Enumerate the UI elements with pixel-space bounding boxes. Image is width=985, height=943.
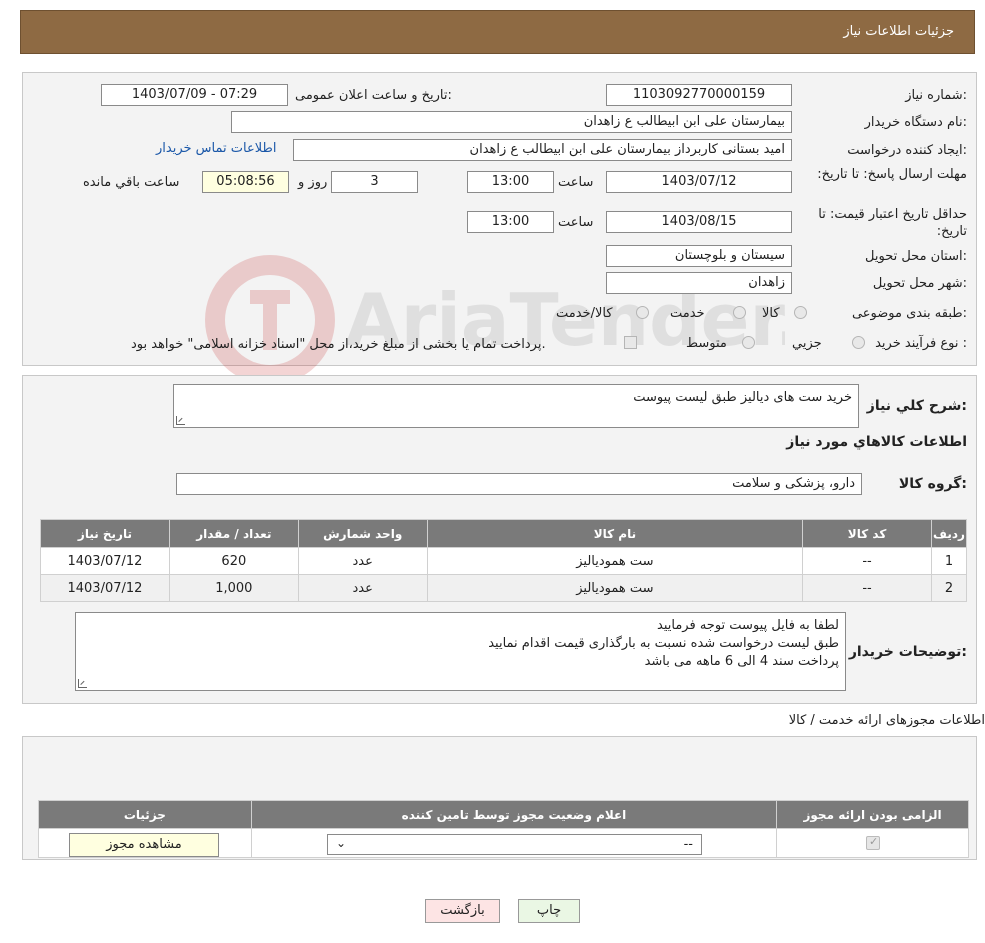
days-label: روز و — [298, 175, 328, 190]
cell-quantity: 620 — [168, 547, 299, 575]
days-remaining-field: 3 — [331, 171, 418, 193]
description-label: شرح کلي نياز: — [866, 398, 967, 414]
cell-unit: عدد — [297, 574, 428, 602]
table-row: 1403/07/12 620 عدد ست همودیالیز -- 1 — [40, 547, 968, 575]
checkmark-icon: ✓ — [869, 835, 879, 848]
col-need-date: تاریخ نیاز — [40, 519, 170, 548]
cell-row-number: 2 — [930, 574, 968, 602]
buyer-notes-line-2: طبق لیست درخواست شده نسبت به بارگذاری قی… — [488, 636, 839, 651]
cell-goods-name: ست همودیالیز — [426, 547, 804, 575]
col-unit: واحد شمارش — [297, 519, 428, 548]
permits-table-header-row: جزئیات اعلام وضعیت مجوز توسط تامین کننده… — [38, 800, 969, 829]
creator-label: ایجاد کننده درخواست: — [847, 143, 967, 158]
page-header: جزئیات اطلاعات نیاز — [20, 10, 975, 54]
col-permit-required: الزامی بودن ارائه مجوز — [776, 800, 969, 829]
description-textarea: خرید ست های دیالیز طبق لیست پیوست — [173, 384, 859, 428]
process-option-minor: جزیي — [792, 336, 822, 351]
back-button[interactable]: بازگشت — [425, 899, 500, 923]
process-note: پرداخت تمام یا بخشی از مبلغ خرید،از محل … — [131, 337, 546, 352]
table-row: 1403/07/12 1,000 عدد ست همودیالیز -- 2 — [40, 574, 968, 602]
goods-table-header-row: تاریخ نیاز تعداد / مقدار واحد شمارش نام … — [40, 519, 968, 548]
validity-time-field: 13:00 — [467, 211, 554, 233]
announce-field: 1403/07/09 - 07:29 — [101, 84, 288, 106]
goods-group-label: گروه کالا: — [898, 476, 967, 492]
col-details: جزئیات — [38, 800, 252, 829]
cell-quantity: 1,000 — [168, 574, 299, 602]
permit-status-value: -- — [683, 837, 693, 852]
buyer-notes-line-1: لطفا به فایل پیوست توجه فرمایید — [657, 618, 839, 633]
buyer-notes-label: توضیحات خریدار: — [848, 644, 967, 660]
buyer-notes-line-3: پرداخت سند 4 الی 6 ماهه می باشد — [644, 654, 839, 669]
cell-need-date: 1403/07/12 — [40, 574, 170, 602]
cell-goods-code: -- — [802, 574, 932, 602]
col-goods-code: کد کالا — [802, 519, 932, 548]
province-field: سیستان و بلوچستان — [606, 245, 792, 267]
view-permit-button[interactable]: مشاهده مجوز — [69, 833, 219, 857]
goods-group-field: دارو، پزشکی و سلامت — [176, 473, 862, 495]
city-field: زاهدان — [606, 272, 792, 294]
col-goods-name: نام کالا — [426, 519, 804, 548]
buyer-contact-link[interactable]: اطلاعات تماس خریدار — [156, 141, 276, 156]
permits-title: اطلاعات مجوزهای ارائه خدمت / کالا — [788, 713, 985, 728]
category-option-service: خدمت — [670, 306, 705, 321]
category-radio-service[interactable] — [733, 306, 746, 319]
process-option-medium: متوسط — [686, 336, 727, 351]
col-permit-status: اعلام وضعیت مجوز توسط تامین کننده — [250, 800, 778, 829]
category-option-goods-service: کالا/خدمت — [556, 306, 613, 321]
buyer-org-field: بیمارستان علی ابن ابیطالب ع زاهدان — [231, 111, 792, 133]
remaining-time-field: 05:08:56 — [202, 171, 289, 193]
cell-goods-code: -- — [802, 547, 932, 575]
buyer-org-label: نام دستگاه خریدار: — [864, 115, 967, 130]
goods-table: تاریخ نیاز تعداد / مقدار واحد شمارش نام … — [40, 519, 968, 602]
permit-status-select[interactable]: ⌄ -- — [327, 834, 702, 855]
category-option-goods: کالا — [762, 306, 780, 321]
col-row-number: رديف — [930, 519, 968, 548]
validity-label: حداقل تاریخ اعتبار قیمت: تا تاریخ: — [818, 207, 967, 239]
permit-required-checkbox: ✓ — [866, 835, 880, 850]
page-title: جزئیات اطلاعات نیاز — [843, 24, 954, 39]
deadline-time-label: ساعت — [558, 175, 594, 190]
category-radio-goods[interactable] — [794, 306, 807, 319]
remaining-time-label: ساعت باقي مانده — [83, 175, 180, 190]
cell-goods-name: ست همودیالیز — [426, 574, 804, 602]
resize-grip-icon[interactable] — [176, 416, 185, 425]
cell-row-number: 1 — [930, 547, 968, 575]
description-text: خرید ست های دیالیز طبق لیست پیوست — [633, 390, 852, 405]
buyer-notes-textarea: لطفا به فایل پیوست توجه فرمایید طبق لیست… — [75, 612, 846, 691]
city-label: شهر محل تحویل: — [872, 276, 967, 291]
deadline-time-field: 13:00 — [467, 171, 554, 193]
process-radio-medium[interactable] — [742, 336, 755, 349]
deadline-label: مهلت ارسال پاسخ: تا تاریخ: — [817, 167, 967, 182]
validity-time-label: ساعت — [558, 215, 594, 230]
process-label: نوع فرآیند خرید : — [875, 336, 967, 351]
cell-unit: عدد — [297, 547, 428, 575]
chevron-down-icon: ⌄ — [336, 836, 347, 850]
print-button[interactable]: چاپ — [518, 899, 580, 923]
goods-info-title: اطلاعات کالاهاي مورد نياز — [786, 434, 967, 450]
cell-need-date: 1403/07/12 — [40, 547, 170, 575]
treasury-payment-checkbox[interactable] — [624, 336, 637, 349]
category-label: طبقه بندی موضوعی: — [851, 306, 967, 321]
need-number-label: شماره نیاز: — [905, 88, 967, 103]
process-radio-minor[interactable] — [852, 336, 865, 349]
deadline-date-field: 1403/07/12 — [606, 171, 792, 193]
category-radio-goods-service[interactable] — [636, 306, 649, 319]
creator-field: امید بستانی کاربرداز بیمارستان علی ابن ا… — [293, 139, 792, 161]
need-number-field: 1103092770000159 — [606, 84, 792, 106]
col-quantity: تعداد / مقدار — [168, 519, 299, 548]
validity-date-field: 1403/08/15 — [606, 211, 792, 233]
announce-label: تاریخ و ساعت اعلان عمومی: — [295, 88, 452, 103]
resize-grip-icon[interactable] — [78, 679, 87, 688]
province-label: استان محل تحویل: — [865, 249, 967, 264]
